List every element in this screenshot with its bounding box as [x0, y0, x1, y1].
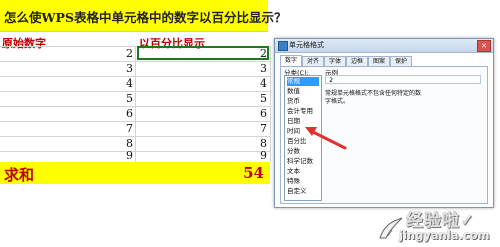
category-item-general[interactable]: 常规: [287, 77, 319, 86]
cell-b-8[interactable]: 9: [225, 148, 267, 163]
spreadsheet: 怎么使WPS表格中单元格中的数字以百分比显示？ 原始数字 以百分比显示 2 3 …: [0, 0, 286, 247]
column-divider: [135, 46, 136, 162]
category-item-currency[interactable]: 货币: [287, 97, 319, 106]
category-item-accounting[interactable]: 会计专用: [287, 107, 319, 116]
total-row[interactable]: 求和 54: [0, 162, 270, 184]
category-item-percentage[interactable]: 百分比: [287, 137, 319, 146]
cell-a-1[interactable]: 2: [95, 46, 133, 61]
sheet-title: 怎么使WPS表格中单元格中的数字以百分比显示？: [4, 10, 287, 25]
format-cells-dialog: 单元格格式 ✕ 数字 对齐 字体 边框 图案 保护 分类(C): 常规 数值 货…: [274, 38, 494, 208]
column-divider: [270, 46, 271, 162]
category-item-number[interactable]: 数值: [287, 87, 319, 96]
cell-a-4[interactable]: 5: [95, 91, 133, 106]
total-value: 54: [243, 164, 264, 182]
cell-b-2[interactable]: 3: [225, 61, 267, 76]
cell-a-8[interactable]: 9: [95, 148, 133, 163]
dialog-title: 单元格格式: [289, 41, 324, 49]
category-list[interactable]: 常规 数值 货币 会计专用 日期 时间 百分比 分数 科学记数 文本 特殊 自定…: [284, 75, 322, 201]
category-item-text[interactable]: 文本: [287, 167, 319, 176]
cell-a-6[interactable]: 7: [95, 121, 133, 136]
cell-b-3[interactable]: 4: [225, 76, 267, 91]
format-description: 常规单元格格式不包含任何特定的数字格式。: [325, 90, 422, 105]
category-item-custom[interactable]: 自定义: [287, 187, 319, 196]
app-icon: [278, 41, 288, 51]
category-item-scientific[interactable]: 科学记数: [287, 157, 319, 166]
dialog-title-bar[interactable]: 单元格格式 ✕: [275, 39, 493, 53]
category-item-time[interactable]: 时间: [287, 127, 319, 136]
cell-a-5[interactable]: 6: [95, 106, 133, 121]
cell-b-1[interactable]: 2: [225, 46, 267, 61]
cell-a-2[interactable]: 3: [95, 61, 133, 76]
category-item-fraction[interactable]: 分数: [287, 147, 319, 156]
cell-b-6[interactable]: 7: [225, 121, 267, 136]
column-header-original[interactable]: 原始数字: [2, 35, 46, 51]
cell-b-5[interactable]: 6: [225, 106, 267, 121]
title-row[interactable]: 怎么使WPS表格中单元格中的数字以百分比显示？: [0, 0, 286, 32]
total-label: 求和: [4, 166, 35, 184]
cell-a-3[interactable]: 4: [95, 76, 133, 91]
category-item-special[interactable]: 特殊: [287, 177, 319, 186]
category-item-date[interactable]: 日期: [287, 117, 319, 126]
watermark-url: jingyanla.com: [399, 228, 490, 242]
close-icon[interactable]: ✕: [477, 40, 491, 52]
sample-preview: 2: [325, 75, 481, 84]
cell-b-4[interactable]: 5: [225, 91, 267, 106]
